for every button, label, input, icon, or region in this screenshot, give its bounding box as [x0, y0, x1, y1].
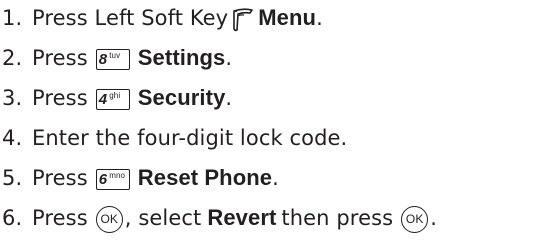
step-punct: . [225, 86, 233, 110]
security-label: Security [137, 85, 226, 110]
step-2: 2. Press 8 tuv Settings. [2, 42, 232, 74]
step-number: 1. [2, 6, 23, 30]
left-soft-key-icon [231, 7, 255, 33]
step-number: 5. [2, 166, 23, 190]
key-letters: mno [109, 171, 126, 180]
key-letters: tuv [109, 51, 121, 60]
ok-button-icon: OK [401, 205, 429, 233]
key-digit: 8 [98, 50, 108, 68]
ok-label: OK [405, 212, 424, 226]
step-text: Press [32, 86, 88, 110]
step-text: Press [32, 46, 88, 70]
step-4: 4. Enter the four-digit lock code. [2, 122, 347, 154]
step-number: 2. [2, 46, 23, 70]
step-text: Press Left Soft Key [32, 6, 229, 30]
ok-label: OK [100, 212, 119, 226]
settings-label: Settings [137, 45, 226, 70]
step-6: 6. Press OK , select Revert then press O… [2, 202, 437, 234]
ok-button-icon: OK [95, 205, 123, 233]
step-punct: . [316, 6, 323, 30]
step-number: 6. [2, 206, 23, 230]
key-6-icon: 6 mno [95, 168, 130, 190]
step-text: Press [32, 206, 88, 230]
step-punct: . [225, 46, 233, 70]
step-text-middle: , select [124, 206, 202, 230]
key-4-icon: 4 ghi [95, 88, 130, 110]
step-text: Enter the four-digit lock code. [32, 126, 348, 150]
key-letters: ghi [109, 91, 121, 100]
step-3: 3. Press 4 ghi Security. [2, 82, 232, 114]
step-text-middle-2: then press [281, 206, 394, 230]
reset-phone-label: Reset Phone [137, 165, 273, 190]
step-punct: . [272, 166, 279, 190]
key-digit: 6 [98, 170, 108, 188]
revert-label: Revert [207, 205, 277, 230]
step-5: 5. Press 6 mno Reset Phone. [2, 162, 279, 194]
step-number: 4. [2, 126, 23, 150]
key-digit: 4 [98, 90, 108, 108]
step-punct: . [430, 206, 437, 230]
step-1: 1. Press Left Soft Key Menu. [2, 2, 323, 34]
instruction-steps: 1. Press Left Soft Key Menu. 2. Press 8 … [0, 0, 559, 244]
key-8-icon: 8 tuv [95, 48, 130, 70]
step-number: 3. [2, 86, 23, 110]
step-text: Press [32, 166, 88, 190]
menu-label: Menu [258, 5, 317, 30]
